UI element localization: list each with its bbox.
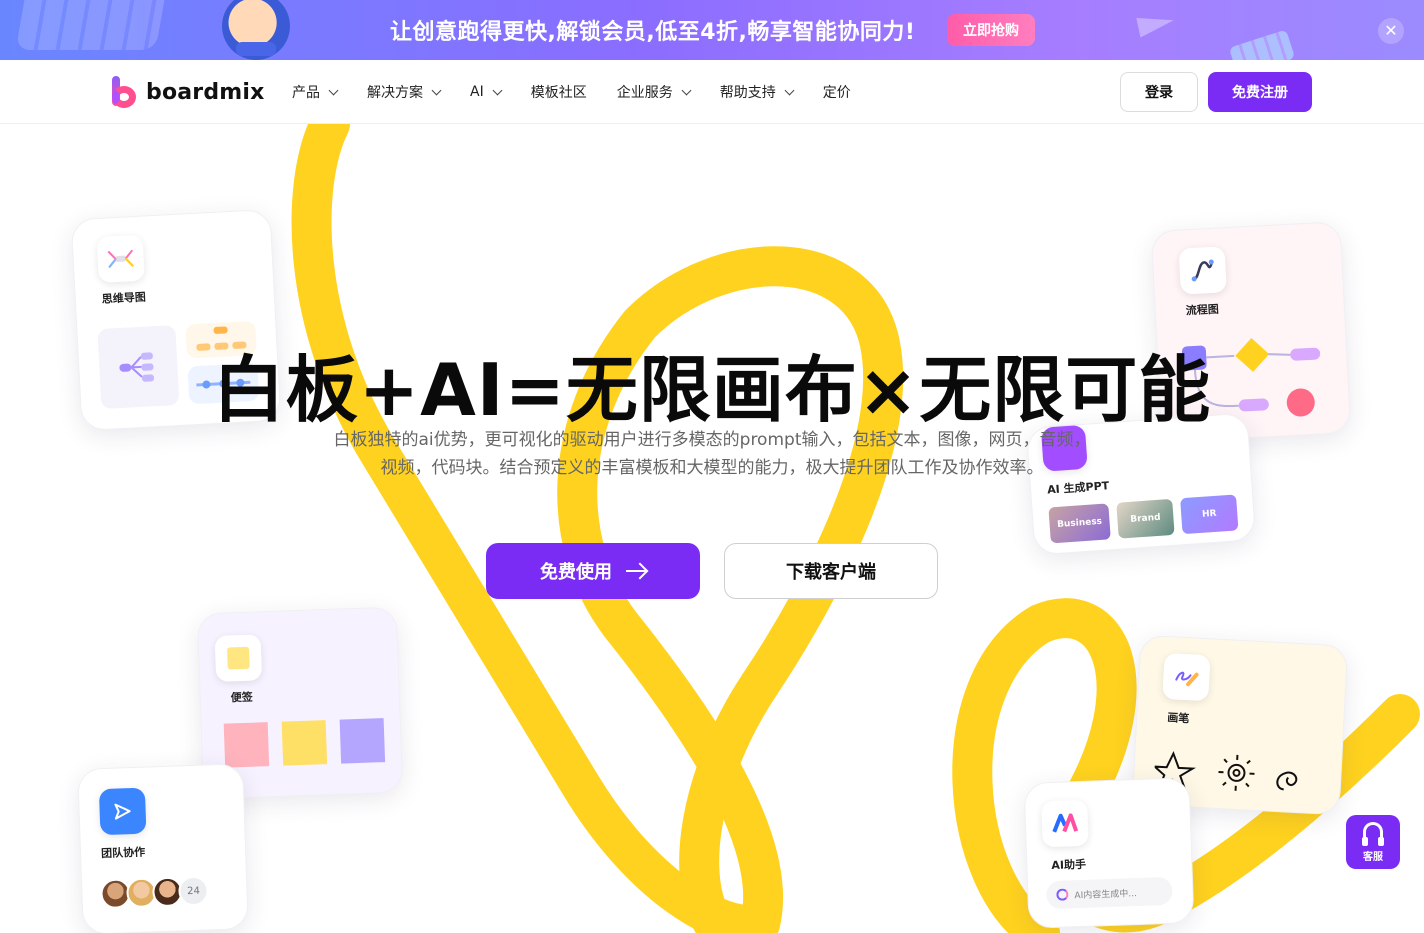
mascot-illustration: [222, 0, 290, 60]
hero-subline-2: 视频，代码块。结合预定义的丰富模板和大模型的能力，极大提升团队工作及协作效率。: [380, 458, 1044, 478]
chevron-down-icon: [784, 85, 795, 95]
send-icon: [98, 787, 147, 836]
logo-text: boardmix: [146, 79, 265, 105]
menu-item-pricing[interactable]: 定价: [823, 82, 851, 102]
logo[interactable]: boardmix: [110, 76, 265, 108]
hero-section: 思维导图 流程图 AI 生成PPT Business Brand HR 便签 画…: [0, 124, 1424, 933]
arrow-right-icon: [626, 570, 646, 572]
ppt-theme-business[interactable]: Business: [1048, 503, 1111, 544]
chevron-down-icon: [681, 85, 692, 95]
avatar-count-badge: 24: [177, 875, 209, 907]
free-use-label: 免费使用: [540, 562, 612, 583]
flowchart-icon: [1178, 246, 1227, 295]
menu-item-help[interactable]: 帮助支持: [719, 82, 795, 102]
ppt-theme-brand[interactable]: Brand: [1116, 498, 1175, 539]
close-icon[interactable]: ✕: [1378, 18, 1404, 44]
team-label: 团队协作: [100, 845, 146, 861]
menu-item-ai[interactable]: AI: [470, 84, 503, 100]
promo-text: 让创意跑得更快,解锁会员,低至4折,畅享智能协同力!: [390, 20, 916, 45]
promo-cta-button[interactable]: 立即抢购: [947, 14, 1035, 46]
hero-subline-1: 白板独特的ai优势，更可视化的驱动用户进行多模态的prompt输入，包括文本，图…: [333, 430, 1091, 450]
mindmap-icon: [96, 234, 145, 283]
menu-label: 企业服务: [616, 85, 673, 101]
menu-label: 定价: [822, 85, 851, 101]
ai-assistant-icon: [1041, 799, 1089, 848]
menu-item-product[interactable]: 产品: [292, 82, 339, 102]
pen-label: 画笔: [1166, 711, 1190, 726]
avatar-group: 24: [100, 875, 209, 910]
menu-label: 模板社区: [530, 85, 587, 101]
signup-button[interactable]: 免费注册: [1208, 72, 1312, 112]
mindmap-label: 思维导图: [101, 290, 147, 306]
sticky-note-yellow: [281, 720, 328, 766]
sticky-label: 便签: [230, 690, 253, 705]
headset-icon: [1362, 821, 1384, 846]
loading-spinner-icon: [1056, 888, 1069, 901]
ai-assistant-label: AI助手: [1051, 857, 1087, 873]
menu-label: 帮助支持: [719, 85, 776, 101]
menu-item-enterprise[interactable]: 企业服务: [616, 82, 692, 102]
download-client-button[interactable]: 下载客户端: [724, 543, 938, 599]
sticky-note-purple: [339, 718, 386, 764]
page: 让创意跑得更快,解锁会员,低至4折,畅享智能协同力! 立即抢购 ✕ boardm…: [0, 0, 1424, 933]
sticky-note-icon: [214, 634, 263, 682]
boardmix-logo-icon: [110, 76, 138, 108]
free-use-button[interactable]: 免费使用: [486, 543, 700, 599]
menu-item-templates[interactable]: 模板社区: [531, 82, 587, 102]
sticky-note-pink: [223, 722, 270, 768]
pen-icon: [1162, 652, 1211, 702]
menu-label: AI: [470, 84, 484, 100]
menu-item-solutions[interactable]: 解决方案: [367, 82, 442, 102]
login-button[interactable]: 登录: [1120, 72, 1198, 112]
chevron-down-icon: [431, 85, 442, 95]
team-card: 团队协作 24: [77, 763, 249, 933]
main-menu: 产品 解决方案 AI 模板社区 企业服务 帮助支持 定价: [292, 60, 881, 124]
customer-service-label: 客服: [1363, 851, 1383, 863]
chevron-down-icon: [492, 85, 503, 95]
paper-plane-icon: [1136, 10, 1176, 38]
promo-banner[interactable]: 让创意跑得更快,解锁会员,低至4折,畅享智能协同力! 立即抢购 ✕: [0, 0, 1424, 60]
menu-label: 解决方案: [367, 85, 423, 101]
keyboard-decoration-right: [1228, 29, 1296, 60]
flowchart-label: 流程图: [1185, 302, 1220, 318]
ppt-theme-hr[interactable]: HR: [1180, 494, 1239, 535]
ai-assistant-card: AI助手 AI内容生成中...: [1023, 777, 1195, 929]
chevron-down-icon: [328, 85, 339, 95]
menu-label: 产品: [292, 85, 320, 101]
ppt-theme-list: Business Brand HR: [1048, 494, 1239, 544]
hero-headline: 白板+AI=无限画布×无限可能: [212, 348, 1212, 432]
top-nav: boardmix 产品 解决方案 AI 模板社区 企业服务 帮助支持 定价 登录…: [0, 60, 1424, 124]
customer-service-button[interactable]: 客服: [1346, 815, 1400, 869]
ai-generating-text: AI内容生成中...: [1074, 888, 1138, 901]
ai-generating-status: AI内容生成中...: [1045, 876, 1173, 910]
keyboard-decoration: [15, 0, 165, 50]
